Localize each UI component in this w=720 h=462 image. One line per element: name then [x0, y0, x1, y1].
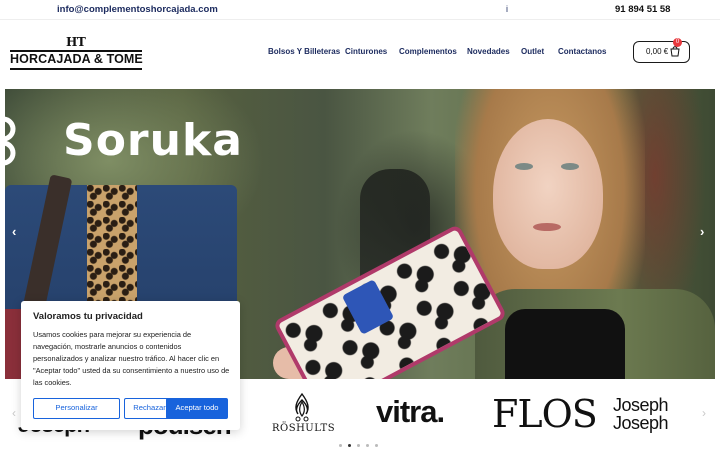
cart-button[interactable]: 0,00 € 0: [633, 38, 690, 63]
pagination-dot[interactable]: [357, 444, 360, 447]
contact-email-link[interactable]: info@complementoshorcajada.com: [57, 4, 218, 15]
nav-item-complementos[interactable]: Complementos: [399, 47, 457, 56]
soruka-logo-icon: [5, 116, 16, 166]
hero-model-top: [505, 309, 625, 379]
roshults-flame-icon: [295, 392, 309, 422]
nav-item-cinturones[interactable]: Cinturones: [345, 47, 387, 56]
brand-carousel-pagination: [339, 444, 384, 462]
brands-prev-icon[interactable]: ‹: [12, 406, 16, 420]
hero-model-eye-left: [515, 163, 533, 170]
cookie-customize-button[interactable]: Personalizar: [33, 398, 120, 419]
top-bar: info@complementoshorcajada.com i 91 894 …: [0, 0, 720, 20]
hero-model-eye-right: [561, 163, 579, 170]
pagination-dot[interactable]: [366, 444, 369, 447]
chevron-left-icon[interactable]: ‹: [12, 224, 16, 239]
chevron-right-icon[interactable]: ›: [700, 224, 704, 239]
hero-model-face: [493, 119, 603, 269]
topbar-separator: i: [506, 4, 508, 14]
logo-monogram: HT: [66, 35, 86, 49]
hero-brand-title: Soruka: [63, 115, 243, 166]
site-logo[interactable]: HT HORCAJADA & TOME: [10, 35, 143, 71]
nav-item-contactanos[interactable]: Contactanos: [558, 47, 606, 56]
nav-item-novedades[interactable]: Novedades: [467, 47, 510, 56]
pagination-dot-active[interactable]: [348, 444, 351, 447]
brand-logo-roshults[interactable]: RÖSHULTS: [272, 423, 335, 434]
pagination-dot[interactable]: [339, 444, 342, 447]
contact-phone-link[interactable]: 91 894 51 58: [615, 4, 670, 15]
brand-logo-vitra[interactable]: vitra.: [376, 394, 445, 430]
pagination-dot[interactable]: [375, 444, 378, 447]
cookie-consent-banner: Valoramos tu privacidad Usamos cookies p…: [21, 301, 240, 430]
brand-logo-flos[interactable]: FLOS: [492, 392, 598, 436]
nav-item-outlet[interactable]: Outlet: [521, 47, 544, 56]
cart-count-badge: 0: [673, 38, 682, 47]
brands-next-icon[interactable]: ›: [702, 406, 706, 420]
cookie-description: Usamos cookies para mejorar su experienc…: [33, 330, 230, 387]
cookie-accept-button[interactable]: Aceptar todo: [166, 398, 228, 419]
logo-rule-bottom: [10, 68, 142, 70]
cookie-title: Valoramos tu privacidad: [33, 311, 143, 322]
hero-model-lips: [533, 223, 561, 231]
site-header: HT HORCAJADA & TOME Bolsos Y Billeteras …: [0, 21, 720, 87]
logo-name: HORCAJADA & TOME: [10, 52, 143, 66]
cart-amount: 0,00 €: [646, 47, 669, 56]
brand-logo-joseph-joseph-2-line2: Joseph: [613, 413, 669, 433]
nav-item-bolsos[interactable]: Bolsos Y Billeteras: [268, 47, 340, 56]
